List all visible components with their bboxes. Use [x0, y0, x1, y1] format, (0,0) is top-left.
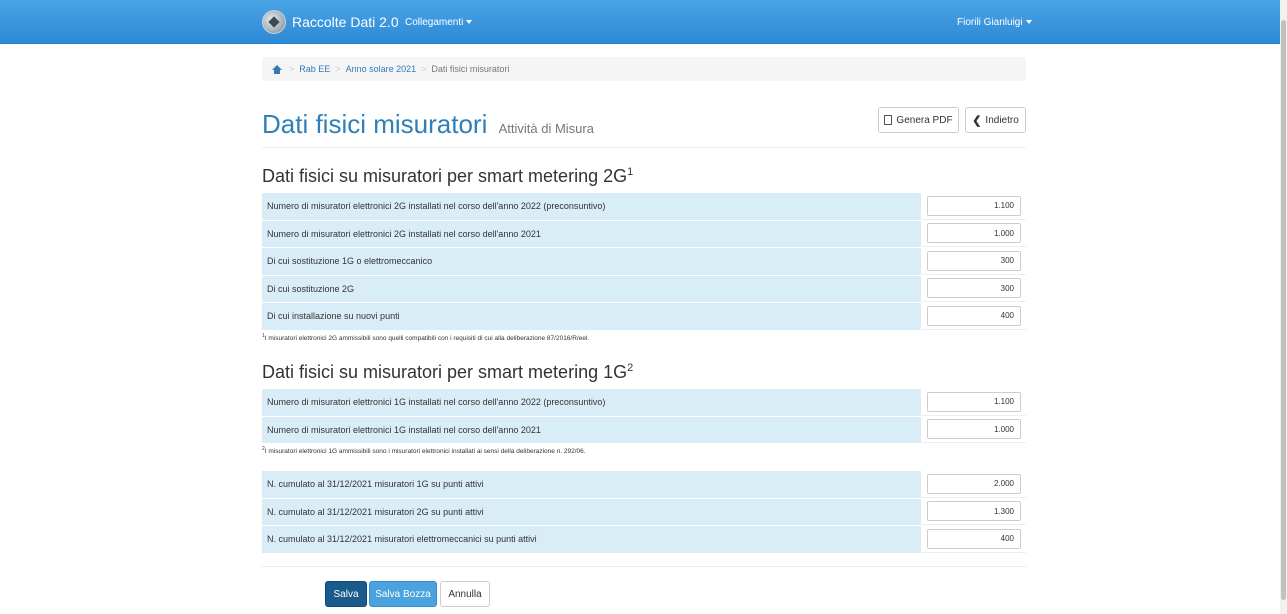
value-input[interactable]: [927, 250, 1021, 271]
page-title-text: Dati fisici misuratori: [262, 109, 488, 139]
table-row: N. cumulato al 31/12/2021 misuratori ele…: [262, 526, 1026, 554]
footnote-ref-1: 1: [627, 166, 634, 178]
caret-down-icon: [466, 20, 473, 25]
section-title-2g: Dati fisici su misuratori per smart mete…: [262, 166, 633, 187]
chevron-left-icon: ❮: [972, 114, 982, 127]
row-label: Numero di misuratori elettronici 2G inst…: [262, 220, 922, 247]
input-cell: [922, 471, 1026, 498]
value-input[interactable]: [927, 195, 1021, 216]
table-row: Numero di misuratori elettronici 2G inst…: [262, 193, 1026, 221]
table-row: Numero di misuratori elettronici 1G inst…: [262, 389, 1026, 417]
home-icon[interactable]: [272, 64, 282, 74]
row-label: Di cui sostituzione 2G: [262, 275, 922, 302]
value-input[interactable]: [927, 223, 1021, 244]
app-title[interactable]: Raccolte Dati 2.0: [292, 14, 399, 30]
back-label: Indietro: [985, 114, 1019, 126]
pdf-icon: [884, 115, 893, 125]
brand[interactable]: Raccolte Dati 2.0: [262, 10, 399, 34]
input-cell: [922, 220, 1026, 247]
value-input[interactable]: [927, 391, 1021, 412]
emblem-logo-icon: [262, 10, 286, 34]
section-title-1g: Dati fisici su misuratori per smart mete…: [262, 362, 633, 383]
user-menu-label[interactable]: Fiorili Gianluigi: [957, 17, 1023, 28]
row-label: N. cumulato al 31/12/2021 misuratori 2G …: [262, 498, 922, 525]
input-cell: [922, 248, 1026, 275]
row-label: Di cui sostituzione 1G o elettromeccanic…: [262, 248, 922, 275]
generate-pdf-button[interactable]: Genera PDF: [878, 107, 959, 133]
table-row: Di cui sostituzione 1G o elettromeccanic…: [262, 248, 1026, 276]
input-cell: [922, 526, 1026, 553]
footnote-2g: 1I misuratori elettronici 2G ammissibili…: [262, 333, 589, 342]
save-button[interactable]: Salva: [325, 581, 367, 607]
breadcrumb-item-rab-ee[interactable]: Rab EE: [299, 64, 330, 74]
page: Raccolte Dati 2.0 Collegamenti Fiorili G…: [0, 0, 1287, 614]
table-cumulative: N. cumulato al 31/12/2021 misuratori 1G …: [262, 471, 1026, 554]
value-input[interactable]: [927, 473, 1021, 494]
input-cell: [922, 389, 1026, 416]
input-cell: [922, 498, 1026, 525]
table-2g: Numero di misuratori elettronici 2G inst…: [262, 193, 1026, 331]
input-cell: [922, 303, 1026, 330]
row-label: Di cui installazione su nuovi punti: [262, 303, 922, 330]
footnote-text: I misuratori elettronici 2G ammissibili …: [264, 335, 590, 343]
cancel-button[interactable]: Annulla: [440, 581, 490, 607]
value-input[interactable]: [927, 501, 1021, 522]
table-1g: Numero di misuratori elettronici 1G inst…: [262, 389, 1026, 444]
table-row: Di cui sostituzione 2G: [262, 275, 1026, 303]
back-button[interactable]: ❮ Indietro: [965, 107, 1026, 133]
footnote-ref-2: 2: [627, 362, 634, 374]
table-row: Di cui installazione su nuovi punti: [262, 303, 1026, 331]
table-row: Numero di misuratori elettronici 2G inst…: [262, 220, 1026, 248]
divider: [262, 147, 1026, 148]
input-cell: [922, 416, 1026, 443]
breadcrumb: > Rab EE > Anno solare 2021 > Dati fisic…: [262, 57, 1026, 81]
footnote-1g: 2I misuratori elettronici 1G ammissibili…: [262, 446, 586, 455]
breadcrumb-separator: >: [421, 64, 427, 74]
value-input[interactable]: [927, 278, 1021, 299]
breadcrumb-item-anno-solare[interactable]: Anno solare 2021: [346, 64, 417, 74]
user-menu[interactable]: Fiorili Gianluigi: [957, 17, 1032, 28]
row-label: Numero di misuratori elettronici 1G inst…: [262, 389, 922, 416]
page-title: Dati fisici misuratori Attività di Misur…: [262, 109, 594, 140]
breadcrumb-separator: >: [335, 64, 341, 74]
row-label: Numero di misuratori elettronici 1G inst…: [262, 416, 922, 443]
value-input[interactable]: [927, 528, 1021, 549]
caret-down-icon: [1025, 20, 1032, 25]
table-row: N. cumulato al 31/12/2021 misuratori 1G …: [262, 471, 1026, 499]
links-menu-label[interactable]: Collegamenti: [405, 17, 463, 28]
row-label: Numero di misuratori elettronici 2G inst…: [262, 193, 922, 220]
input-cell: [922, 193, 1026, 220]
input-cell: [922, 275, 1026, 302]
scrollbar-thumb[interactable]: [1281, 20, 1286, 600]
row-label: N. cumulato al 31/12/2021 misuratori 1G …: [262, 471, 922, 498]
links-menu[interactable]: Collegamenti: [405, 17, 473, 28]
divider: [262, 566, 1026, 567]
vertical-scrollbar[interactable]: [1280, 0, 1287, 614]
breadcrumb-separator: >: [289, 64, 295, 74]
footnote-text: I misuratori elettronici 1G ammissibili …: [264, 448, 586, 456]
section-title-1g-text: Dati fisici su misuratori per smart mete…: [262, 362, 628, 382]
table-row: Numero di misuratori elettronici 1G inst…: [262, 416, 1026, 444]
breadcrumb-current: Dati fisici misuratori: [431, 64, 510, 74]
table-row: N. cumulato al 31/12/2021 misuratori 2G …: [262, 498, 1026, 526]
top-navbar: Raccolte Dati 2.0 Collegamenti Fiorili G…: [0, 0, 1280, 44]
section-title-2g-text: Dati fisici su misuratori per smart mete…: [262, 166, 628, 186]
generate-pdf-label: Genera PDF: [896, 114, 953, 126]
row-label: N. cumulato al 31/12/2021 misuratori ele…: [262, 526, 922, 553]
value-input[interactable]: [927, 305, 1021, 326]
save-draft-button[interactable]: Salva Bozza: [369, 581, 437, 607]
value-input[interactable]: [927, 419, 1021, 440]
page-subtitle: Attività di Misura: [498, 121, 594, 136]
